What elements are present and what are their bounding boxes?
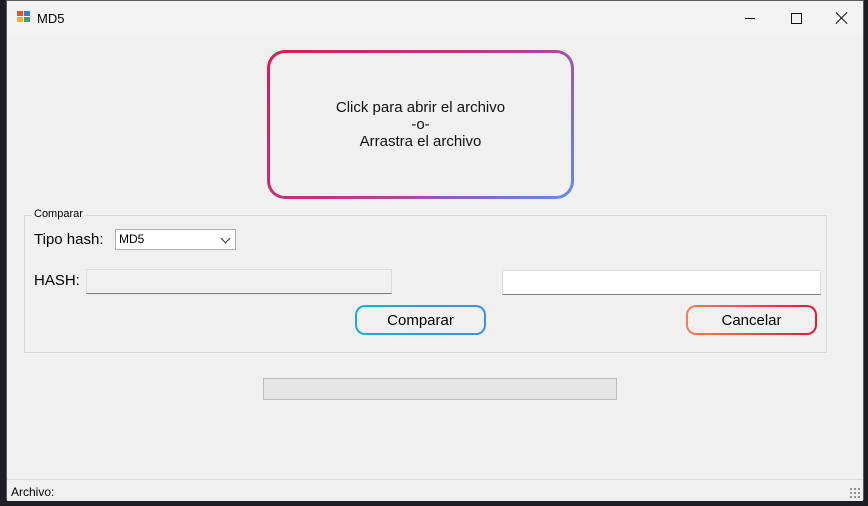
compare-groupbox: Comparar Tipo hash: MD5 HASH: Comparar C… [24, 208, 827, 353]
drop-zone-line-1: Click para abrir el archivo [335, 99, 506, 116]
cancel-button-label: Cancelar [688, 307, 815, 333]
drop-zone-line-2: -o- [411, 116, 430, 133]
close-button[interactable] [819, 1, 865, 35]
cancel-button[interactable]: Cancelar [686, 305, 817, 335]
hash-type-value: MD5 [119, 232, 145, 246]
drop-zone-content: Click para abrir el archivo -o- Arrastra… [270, 53, 571, 196]
chevron-down-icon [220, 233, 231, 244]
app-window-icon [17, 11, 31, 24]
progress-bar [263, 378, 617, 400]
maximize-button[interactable] [773, 1, 819, 35]
minimize-button[interactable] [727, 1, 773, 35]
compare-button-label: Comparar [357, 307, 484, 333]
resize-grip-icon[interactable] [849, 487, 861, 499]
file-drop-zone[interactable]: Click para abrir el archivo -o- Arrastra… [267, 50, 574, 199]
close-icon [836, 12, 848, 24]
status-text: Archivo: [11, 485, 55, 499]
hash-type-select[interactable]: MD5 [115, 229, 236, 250]
maximize-icon [790, 12, 802, 24]
hash-label: HASH: [34, 272, 80, 289]
compare-hash-input[interactable] [502, 270, 821, 295]
md5-window: MD5 Click para abrir el archivo -o- Arra… [6, 0, 864, 501]
drop-zone-line-3: Arrastra el archivo [359, 133, 482, 150]
status-bar: Archivo: [7, 479, 863, 501]
window-title: MD5 [37, 11, 65, 26]
hash-output-field[interactable] [86, 269, 392, 294]
compare-group-title: Comparar [32, 208, 85, 220]
hash-type-label: Tipo hash: [34, 231, 104, 248]
minimize-icon [745, 17, 755, 19]
title-bar[interactable]: MD5 [7, 1, 863, 35]
compare-button[interactable]: Comparar [355, 305, 486, 335]
